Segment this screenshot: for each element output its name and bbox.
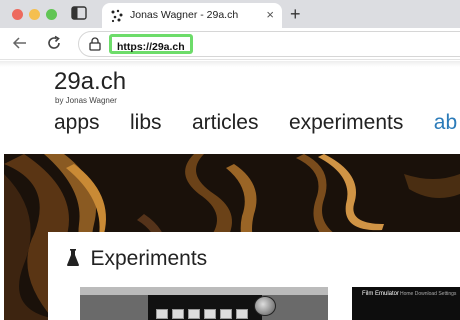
transport-button xyxy=(156,309,168,319)
section-header: Experiments xyxy=(66,247,207,271)
reload-icon[interactable] xyxy=(46,35,62,51)
url-highlight[interactable]: https://29a.ch xyxy=(109,34,193,54)
thumbnail-title: Film Emulator xyxy=(362,291,400,297)
nav-about[interactable]: ab xyxy=(434,111,457,135)
address-bar[interactable]: https://29a.ch xyxy=(78,31,460,57)
transport-button xyxy=(236,309,248,319)
nav-libs[interactable]: libs xyxy=(130,111,162,135)
nav-apps[interactable]: apps xyxy=(54,111,100,135)
thumbnail-side-panel xyxy=(80,295,148,320)
nav-experiments[interactable]: experiments xyxy=(289,111,403,135)
experiments-panel: Experiments Film Emulator Home Download … xyxy=(48,232,460,320)
minimize-window-button[interactable] xyxy=(29,9,40,20)
close-window-button[interactable] xyxy=(12,9,23,20)
site-title[interactable]: 29a.ch xyxy=(54,68,126,96)
back-arrow-icon[interactable] xyxy=(12,35,28,51)
thumbnail-links: Home Download Settings xyxy=(400,291,457,297)
experiment-thumbnail-synth[interactable] xyxy=(80,287,328,320)
thumbnail-top-strip xyxy=(80,287,328,295)
sidebar-toggle-icon[interactable] xyxy=(71,6,87,20)
transport-button xyxy=(172,309,184,319)
lock-icon xyxy=(89,37,101,51)
close-tab-icon[interactable]: × xyxy=(266,7,274,23)
active-tab[interactable]: Jonas Wagner - 29a.ch × xyxy=(102,3,282,28)
site-nav: apps libs articles experiments ab xyxy=(54,111,457,135)
site-subtitle: by Jonas Wagner xyxy=(55,96,117,105)
url-text: https://29a.ch xyxy=(117,41,185,53)
volume-knob-icon xyxy=(254,296,276,316)
section-title: Experiments xyxy=(90,247,208,270)
new-tab-icon[interactable]: + xyxy=(290,4,301,24)
tab-strip: Jonas Wagner - 29a.ch × + xyxy=(0,0,460,28)
tab-title: Jonas Wagner - 29a.ch xyxy=(130,9,239,21)
toolbar-shadow xyxy=(0,61,460,67)
web-page: 29a.ch by Jonas Wagner apps libs article… xyxy=(0,61,460,320)
transport-button xyxy=(188,309,200,319)
browser-window: Jonas Wagner - 29a.ch × + https://29a.ch… xyxy=(0,0,460,320)
dots-favicon-icon xyxy=(111,9,123,23)
nav-articles[interactable]: articles xyxy=(192,111,259,135)
zoom-window-button[interactable] xyxy=(46,9,57,20)
toolbar: https://29a.ch xyxy=(0,28,460,60)
transport-button xyxy=(204,309,216,319)
flask-icon xyxy=(67,249,79,266)
experiment-thumbnail-film-emulator[interactable]: Film Emulator Home Download Settings xyxy=(352,287,460,320)
transport-button xyxy=(220,309,232,319)
